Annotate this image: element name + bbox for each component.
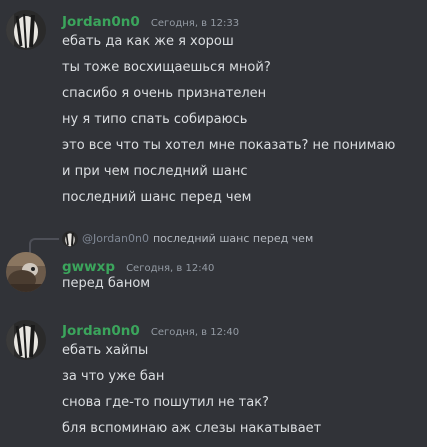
message-text: бля вспоминаю аж слезы накатывает	[62, 421, 322, 436]
avatar[interactable]	[6, 10, 46, 50]
reply-text: последний шанс перед чем	[152, 232, 314, 245]
user-avatar-icon	[6, 10, 46, 50]
user-avatar-icon	[62, 231, 78, 247]
avatar[interactable]	[6, 252, 46, 292]
message-header: Jordan0n0 Сегодня, в 12:33	[62, 11, 239, 30]
message-text: ебать хайпы	[62, 343, 149, 358]
timestamp[interactable]: Сегодня, в 12:33	[151, 18, 239, 29]
username[interactable]: gwwxp	[62, 259, 115, 275]
message-text: это все что ты хотел мне показать? не по…	[62, 138, 396, 153]
username[interactable]: Jordan0n0	[62, 14, 140, 30]
message-text: ебать да как же я хорош	[62, 34, 234, 49]
message-text: снова где-то пошутил не так?	[62, 395, 269, 410]
user-avatar-icon	[6, 320, 46, 360]
reply-spine	[29, 238, 59, 254]
message-text: ну я типо спать собираюсь	[62, 112, 248, 127]
message-text: последний шанс перед чем	[62, 190, 252, 205]
reply-mention[interactable]: @Jordan0n0	[82, 232, 149, 245]
timestamp[interactable]: Сегодня, в 12:40	[126, 263, 214, 274]
username[interactable]: Jordan0n0	[62, 323, 140, 339]
message-header: Jordan0n0 Сегодня, в 12:40	[62, 320, 239, 339]
message-text: ты тоже восхищаешься мной?	[62, 60, 271, 75]
message-text: спасибо я очень признателен	[62, 86, 267, 101]
timestamp[interactable]: Сегодня, в 12:40	[151, 327, 239, 338]
message-header: gwwxp Сегодня, в 12:40	[62, 256, 214, 275]
message-text: и при чем последний шанс	[62, 164, 248, 179]
reply-avatar	[62, 231, 78, 247]
message-text: за что уже бан	[62, 369, 165, 384]
user-avatar-icon	[6, 252, 46, 292]
reply-preview[interactable]: @Jordan0n0 последний шанс перед чем	[62, 231, 313, 247]
avatar[interactable]	[6, 320, 46, 360]
message-text: перед баном	[62, 276, 151, 291]
